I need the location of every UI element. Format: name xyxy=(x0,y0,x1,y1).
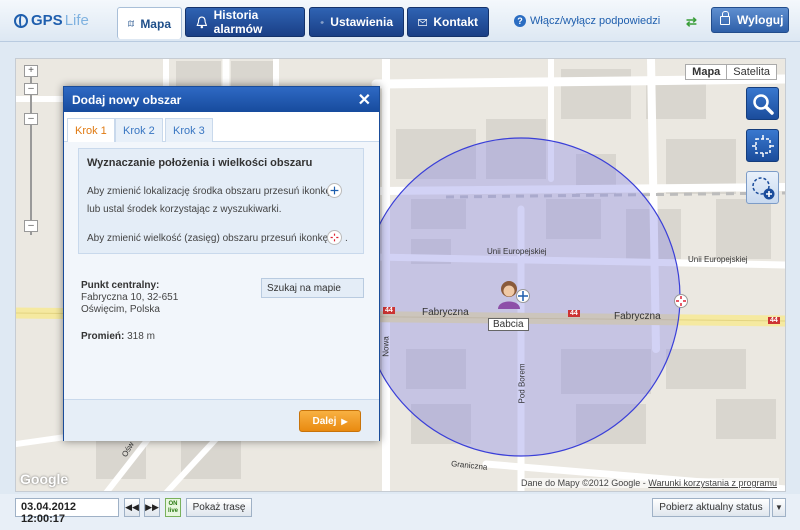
logout-label: Wyloguj xyxy=(737,13,784,27)
tab-step-1[interactable]: Krok 1 xyxy=(67,118,115,142)
live-text: live xyxy=(167,508,178,514)
add-area-button[interactable] xyxy=(746,171,779,204)
sync-arrows-icon[interactable]: ⇄ xyxy=(686,14,697,30)
help-icon: ? xyxy=(514,15,526,27)
zoom-control[interactable]: + – – – xyxy=(24,65,38,235)
info-box: Wyznaczanie położenia i wielkości obszar… xyxy=(78,148,364,254)
select-area-button[interactable] xyxy=(746,129,779,162)
bottom-toolbar: 03.04.2012 12:00:17 ◀◀ ▶▶ ON live Pokaż … xyxy=(0,494,800,530)
info-line-2: lub ustal środek korzystając z wyszukiwa… xyxy=(87,204,282,215)
globe-icon xyxy=(14,13,28,28)
add-area-icon xyxy=(751,176,774,199)
tab-contact-label: Kontakt xyxy=(433,15,478,29)
envelope-icon xyxy=(418,18,428,26)
logo-life: Life xyxy=(64,12,89,29)
tab-map[interactable]: Mapa xyxy=(117,7,182,39)
zoom-in-button[interactable]: + xyxy=(24,65,38,77)
move-icon xyxy=(327,183,342,198)
next-button[interactable]: Dalej ▶ xyxy=(299,410,361,432)
tab-map-label: Mapa xyxy=(140,16,171,31)
map-type-switch[interactable]: Mapa Satelita xyxy=(685,64,777,80)
tab-alarm-history-label: Historia alarmów xyxy=(213,8,263,36)
route-badge: 44 xyxy=(383,307,395,314)
dialog-title-bar: Dodaj nowy obszar ✕ xyxy=(64,87,379,112)
info-line-3-end: . xyxy=(345,233,348,244)
tab-alarm-history[interactable]: Historia alarmów xyxy=(185,7,305,37)
map-icon xyxy=(128,20,135,27)
step-tabs: Krok 1 Krok 2 Krok 3 xyxy=(64,112,379,142)
terms-link[interactable]: Warunki korzystania z programu xyxy=(648,478,777,488)
tab-contact[interactable]: Kontakt xyxy=(407,7,489,37)
street-label-nowa: Nowa xyxy=(381,336,391,357)
copyright-text: Dane do Mapy ©2012 Google - xyxy=(521,478,646,488)
zoom-out-button[interactable]: – xyxy=(24,220,38,232)
radius-label: Promień: xyxy=(81,331,125,342)
toggle-hints-link[interactable]: ? Włącz/wyłącz podpowiedzi xyxy=(514,15,660,27)
info-heading: Wyznaczanie położenia i wielkości obszar… xyxy=(87,157,313,169)
toggle-hints-label: Włącz/wyłącz podpowiedzi xyxy=(530,15,661,27)
show-route-button[interactable]: Pokaż trasę xyxy=(186,498,252,517)
center-address-1: Fabryczna 10, 32-651 xyxy=(81,292,179,303)
logo: GPS Life xyxy=(14,12,89,29)
map-type-map[interactable]: Mapa xyxy=(686,65,728,79)
datetime-field[interactable]: 03.04.2012 12:00:17 xyxy=(15,498,119,525)
route-badge-3: 44 xyxy=(768,317,780,324)
chevron-down-icon[interactable]: ▼ xyxy=(772,498,786,517)
person-label: Babcia xyxy=(488,318,529,331)
dialog-footer: Dalej ▶ xyxy=(64,399,379,441)
header: GPS Life Mapa Historia alarmów Ustawieni… xyxy=(0,0,800,42)
fast-forward-button[interactable]: ▶▶ xyxy=(144,498,160,517)
dialog-body: Wyznaczanie położenia i wielkości obszar… xyxy=(64,142,379,441)
street-label-unii-2: Unii Europejskiej xyxy=(688,255,748,264)
live-on-text: ON xyxy=(168,501,178,507)
tab-step-2[interactable]: Krok 2 xyxy=(115,118,163,142)
info-line-3: Aby zmienić wielkość (zasięg) obszaru pr… xyxy=(87,233,329,244)
logout-button[interactable]: Wyloguj xyxy=(711,7,789,33)
center-address-2: Oświęcim, Polska xyxy=(81,304,160,315)
tab-settings[interactable]: Ustawienia xyxy=(309,7,404,37)
tab-settings-label: Ustawienia xyxy=(330,15,393,29)
rewind-button[interactable]: ◀◀ xyxy=(124,498,140,517)
play-arrow-icon: ▶ xyxy=(341,416,348,426)
tab-step-3[interactable]: Krok 3 xyxy=(165,118,213,142)
route-badge-2: 44 xyxy=(568,310,580,317)
move-center-handle-icon[interactable] xyxy=(516,289,530,303)
street-label-fabryczna-right: Fabryczna xyxy=(614,311,661,322)
info-line-1: Aby zmienić lokalizację środka obszaru p… xyxy=(87,186,332,197)
bell-icon xyxy=(196,16,208,28)
search-on-map-button[interactable]: Szukaj na mapie xyxy=(261,278,364,298)
radius-value: 318 m xyxy=(127,331,155,342)
street-label-pod-borem: Pod Borem xyxy=(517,363,527,404)
selection-icon xyxy=(751,134,774,157)
map-copyright: Dane do Mapy ©2012 Google - Warunki korz… xyxy=(519,478,779,488)
next-label: Dalej xyxy=(312,415,337,427)
magnifier-icon xyxy=(752,93,774,115)
logo-gps: GPS xyxy=(31,12,63,29)
close-icon[interactable]: ✕ xyxy=(358,90,371,110)
street-label-unii-1: Unii Europejskiej xyxy=(487,247,547,256)
zoom-level-marker[interactable]: – xyxy=(24,113,38,125)
gear-icon xyxy=(320,20,324,24)
center-label: Punkt centralny: xyxy=(81,280,160,291)
google-logo: Google xyxy=(20,471,69,487)
map-search-button[interactable] xyxy=(746,87,779,120)
get-status-button[interactable]: Pobierz aktualny status xyxy=(652,498,770,517)
lock-icon xyxy=(720,10,730,25)
resize-handle-icon[interactable] xyxy=(674,294,688,308)
live-toggle[interactable]: ON live xyxy=(165,498,181,517)
add-area-dialog: Dodaj nowy obszar ✕ Krok 1 Krok 2 Krok 3… xyxy=(63,86,380,441)
dialog-title: Dodaj nowy obszar xyxy=(72,93,182,107)
map-type-satellite[interactable]: Satelita xyxy=(727,65,776,79)
street-label-fabryczna: Fabryczna xyxy=(422,307,469,318)
zoom-slider-handle[interactable]: – xyxy=(24,83,38,95)
radius-row: Promień: 318 m xyxy=(81,331,155,342)
resize-icon xyxy=(327,230,342,245)
